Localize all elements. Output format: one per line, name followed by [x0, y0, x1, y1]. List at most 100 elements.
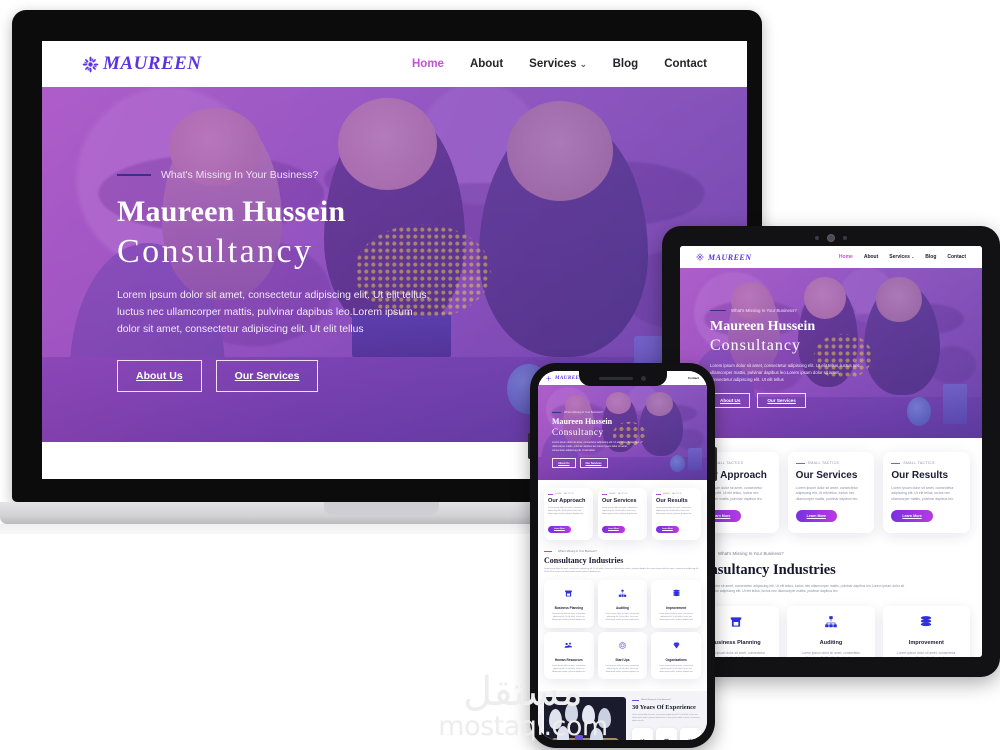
- industries-grid: Business Planning Lorem ipsum dolor sit …: [692, 605, 970, 657]
- experience-card[interactable]: Auditing Lorem ipsum dolor sit amet, con…: [632, 728, 653, 740]
- card-eyebrow-text: SMALL TACTICS: [903, 461, 935, 465]
- logo[interactable]: MAUREEN: [696, 253, 752, 262]
- layers-stack-icon: [672, 589, 680, 597]
- about-us-button[interactable]: About Us: [710, 393, 751, 408]
- hero-section: What's Missing In Your Business? Maureen…: [538, 385, 707, 480]
- card-eyebrow: SMALL TACTICS: [656, 493, 697, 495]
- logo[interactable]: MAUREEN: [82, 53, 202, 75]
- card-text: Lorem ipsum dolor sit amet, consectetur …: [548, 507, 584, 515]
- mockup-stage: مستقل mostaql.com MAUREEN Home About Ser…: [0, 0, 1000, 750]
- layers-stack-icon: [921, 615, 932, 626]
- hero-eyebrow: What's Missing In Your Business?: [552, 411, 707, 414]
- nav-item-blog[interactable]: Blog: [613, 58, 639, 70]
- nav-item-contact[interactable]: Contact: [664, 58, 707, 70]
- hero-eyebrow-text: What's Missing In Your Business?: [564, 411, 603, 414]
- hero-paragraph: Lorem ipsum dolor sit amet, consectetur …: [552, 441, 640, 452]
- industries-grid: Business Planning Lorem ipsum dolor sit …: [544, 580, 701, 680]
- industries-eyebrow-text: What's Missing In Your Business?: [558, 550, 597, 553]
- nav-item-contact[interactable]: Contact: [688, 376, 699, 380]
- industry-card[interactable]: Auditing Lorem ipsum dolor sit amet, con…: [597, 580, 648, 628]
- experience-card[interactable]: Improvement Lorem ipsum dolor sit amet, …: [656, 728, 677, 740]
- experience-card[interactable]: Financing Lorem ipsum dolor sit amet, co…: [680, 728, 701, 740]
- hero-paragraph: Lorem ipsum dolor sit amet, consectetur …: [117, 290, 430, 335]
- front-camera-icon: [641, 376, 646, 381]
- industry-text: Lorem ipsum dolor sit amet, consectetur …: [605, 613, 640, 621]
- flower-mandala-icon: [82, 56, 99, 72]
- tactics-card[interactable]: SMALL TACTICS Our Services Lorem ipsum d…: [787, 452, 875, 534]
- card-eyebrow: SMALL TACTICS: [795, 461, 867, 465]
- phone-power-button[interactable]: [715, 447, 717, 481]
- industry-card[interactable]: Improvement Lorem ipsum dolor sit amet, …: [651, 580, 701, 628]
- hero-actions: About Us Our Services: [710, 393, 982, 408]
- industry-text: Lorem ipsum dolor sit amet, consectetur …: [551, 664, 586, 673]
- learn-more-button[interactable]: Learn More: [656, 525, 679, 533]
- nav-item-about[interactable]: About: [470, 58, 503, 70]
- flower-mandala-icon: [696, 253, 704, 261]
- nav-item-home[interactable]: Home: [839, 254, 853, 260]
- industry-label: Improvement: [908, 639, 944, 646]
- industries-section: What's Missing In Your Business? Consult…: [680, 545, 982, 657]
- industry-text: Lorem ipsum dolor sit amet, consectetur …: [897, 650, 956, 657]
- hero-eyebrow-text: What's Missing In Your Business?: [161, 169, 319, 181]
- primary-nav: Home About Services ⌄ Blog Contact: [412, 58, 707, 70]
- phone-notch: [578, 371, 667, 386]
- industries-eyebrow-text: What's Missing In Your Business?: [718, 551, 784, 557]
- our-services-button[interactable]: Our Services: [757, 393, 806, 408]
- industry-card[interactable]: Business Planning Lorem ipsum dolor sit …: [544, 580, 594, 628]
- card-eyebrow: SMALL TACTICS: [891, 461, 962, 465]
- primary-nav: Home About Services Blog Contact: [688, 376, 699, 380]
- industry-card[interactable]: Start Ups Lorem ipsum dolor sit amet, co…: [597, 631, 648, 680]
- card-title: Our Services: [602, 498, 637, 504]
- industry-text: Lorem ipsum dolor sit amet, consectetur …: [551, 613, 586, 621]
- nav-item-services[interactable]: Services ⌄: [889, 254, 914, 260]
- eyebrow-rule: [117, 174, 151, 176]
- our-services-button[interactable]: Our Services: [215, 360, 319, 392]
- tactics-card[interactable]: SMALL TACTICS Our Results Lorem ipsum do…: [883, 452, 971, 534]
- industry-card[interactable]: Auditing Lorem ipsum dolor sit amet, con…: [787, 605, 875, 657]
- tablet-screen: MAUREEN Home About Services ⌄ Blog Conta…: [680, 246, 982, 657]
- learn-more-button[interactable]: Learn More: [795, 510, 838, 523]
- hero-content: What's Missing In Your Business? Maureen…: [538, 385, 707, 468]
- experience-cards: Auditing Lorem ipsum dolor sit amet, con…: [632, 728, 701, 740]
- learn-more-button[interactable]: Learn More: [891, 510, 933, 523]
- industry-card[interactable]: Improvement Lorem ipsum dolor sit amet, …: [882, 605, 970, 657]
- experience-title: 30 Years Of Experience: [632, 704, 696, 712]
- hero-actions: About Us Our Services: [552, 458, 707, 468]
- front-camera-icon: [827, 234, 835, 242]
- about-us-button[interactable]: About Us: [552, 458, 576, 468]
- nav-item-services[interactable]: Services ⌄: [529, 58, 586, 70]
- tactics-card[interactable]: SMALL TACTICS Our Services Lorem ipsum d…: [598, 488, 647, 540]
- learn-more-button[interactable]: Learn More: [548, 525, 571, 533]
- tactics-section: SMALL TACTICS Our Approach Lorem ipsum d…: [538, 480, 707, 547]
- industry-text: Lorem ipsum dolor sit amet, consectetur …: [659, 664, 694, 673]
- hero-eyebrow: What's Missing In Your Business?: [117, 169, 747, 181]
- site-header: MAUREEN Home About Services ⌄ Blog Conta…: [680, 246, 982, 268]
- industries-title: Consultancy Industries: [692, 562, 836, 579]
- hero-title-line2: Consultancy: [552, 427, 604, 437]
- industries-section: What's Missing In Your Business? Consult…: [538, 547, 707, 686]
- industry-card[interactable]: Human Resources Lorem ipsum dolor sit am…: [544, 631, 594, 680]
- card-text: Lorem ipsum dolor sit amet, consectetur …: [656, 507, 692, 515]
- industry-label: Organizations: [665, 657, 687, 662]
- gear-icon: [688, 739, 693, 740]
- storefront-icon: [730, 616, 741, 627]
- industry-card[interactable]: Organizations Lorem ipsum dolor sit amet…: [651, 631, 701, 680]
- tactics-card[interactable]: SMALL TACTICS Our Approach Lorem ipsum d…: [544, 488, 593, 540]
- industry-text: Lorem ipsum dolor sit amet, consectetur …: [801, 650, 861, 657]
- chevron-down-icon: ⌄: [911, 255, 915, 259]
- card-eyebrow-text: SMALL TACTICS: [555, 493, 574, 495]
- industries-text: Lorem ipsum dolor sit amet, consectetur …: [692, 584, 905, 594]
- tactics-card[interactable]: SMALL TACTICS Our Results Lorem ipsum do…: [652, 488, 701, 540]
- logo-text: MAUREEN: [708, 252, 752, 262]
- learn-more-button[interactable]: Learn More: [602, 525, 625, 533]
- nav-item-about[interactable]: About: [864, 254, 878, 260]
- about-us-button[interactable]: About Us: [117, 360, 202, 392]
- nav-item-blog[interactable]: Blog: [925, 254, 936, 260]
- phone-volume-button[interactable]: [528, 433, 530, 459]
- our-services-button[interactable]: Our Services: [579, 458, 608, 468]
- nav-item-contact[interactable]: Contact: [947, 254, 966, 260]
- eyebrow-rule: [552, 412, 561, 413]
- card-text: Lorem ipsum dolor sit amet, consectetur …: [795, 486, 859, 501]
- industry-label: Start Ups: [615, 657, 630, 662]
- nav-item-home[interactable]: Home: [412, 58, 444, 70]
